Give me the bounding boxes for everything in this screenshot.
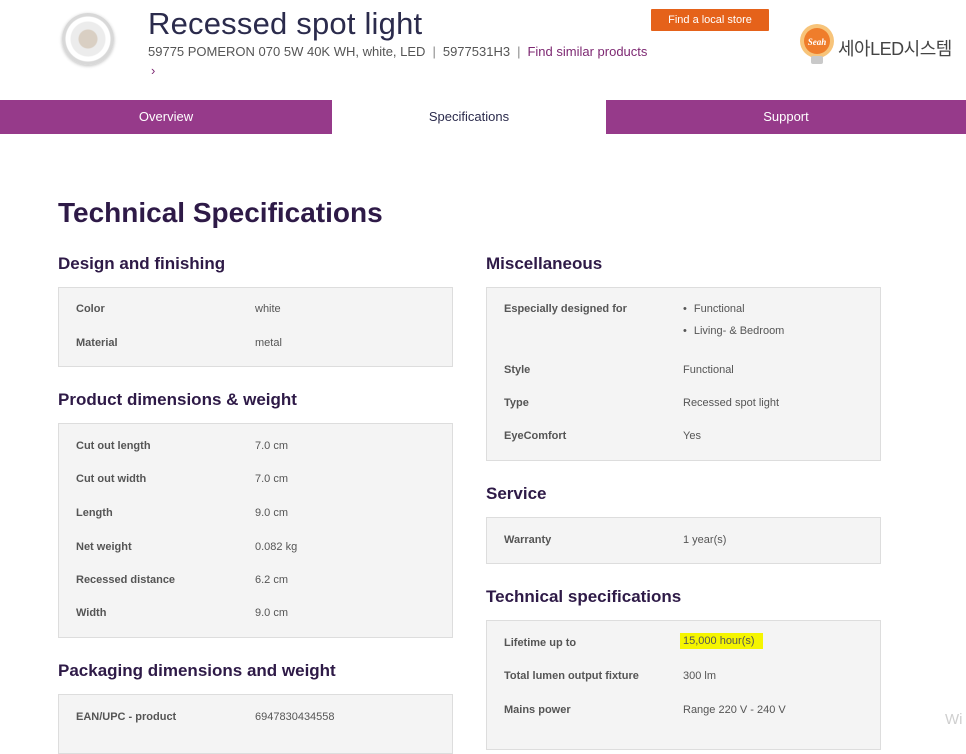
section-title-dimensions: Product dimensions & weight: [58, 390, 297, 409]
design-panel: [58, 287, 453, 367]
spec-label: Recessed distance: [76, 574, 176, 586]
spec-value: 9.0 cm: [255, 507, 289, 519]
product-name: 59775 POMERON 070 5W 40K WH, white, LED: [148, 44, 426, 59]
chevron-right-icon[interactable]: ›: [151, 63, 155, 78]
spec-label: Mains power: [504, 704, 571, 716]
spec-value: 6947830434558: [255, 711, 335, 723]
spec-label: Total lumen output fixture: [504, 670, 639, 682]
tab-support[interactable]: Support: [606, 100, 966, 134]
page-title: Technical Specifications: [58, 197, 383, 228]
spec-label: Length: [76, 507, 113, 519]
brand-name: 세아LED시스템: [838, 39, 952, 59]
product-meta: 59775 POMERON 070 5W 40K WH, white, LED |…: [148, 44, 648, 59]
brand-badge-text: Seah: [808, 37, 827, 47]
spec-value: white: [255, 303, 281, 315]
product-title: Recessed spot light: [148, 6, 423, 41]
spec-value: 6.2 cm: [255, 574, 289, 586]
spec-label: Type: [504, 397, 529, 409]
spec-label: Net weight: [76, 541, 132, 553]
watermark-text: Wi: [945, 711, 963, 728]
section-title-packaging: Packaging dimensions and weight: [58, 661, 336, 680]
spec-label: Material: [76, 337, 118, 349]
packaging-panel: [58, 694, 453, 754]
spec-label: Lifetime up to: [504, 637, 577, 649]
product-code: 5977531H3: [442, 44, 511, 59]
tab-specifications[interactable]: Specifications: [332, 100, 606, 134]
spec-label: Especially designed for: [504, 303, 627, 315]
spec-value: Range 220 V - 240 V: [683, 704, 786, 716]
dimensions-panel: [58, 423, 453, 638]
tab-overview[interactable]: Overview: [0, 100, 332, 134]
lightbulb-logo-icon: Seah: [800, 24, 834, 64]
spec-value: Yes: [683, 430, 701, 442]
section-title-service: Service: [486, 484, 547, 503]
spec-label: Style: [504, 364, 531, 376]
spec-label: Cut out width: [76, 473, 147, 485]
spec-value: 300 lm: [683, 670, 717, 682]
spec-value: 7.0 cm: [255, 473, 289, 485]
spec-value: 0.082 kg: [255, 541, 298, 553]
find-similar-link[interactable]: Find similar products: [527, 44, 647, 59]
spec-value: 1 year(s): [683, 534, 727, 546]
spec-label: EAN/UPC - product: [76, 711, 177, 723]
product-thumbnail: [62, 13, 114, 65]
find-local-store-button[interactable]: Find a local store: [651, 9, 769, 31]
spec-value-highlighted: 15,000 hour(s): [680, 633, 763, 649]
spec-label: Cut out length: [76, 440, 151, 452]
spec-value: Functional: [683, 364, 734, 376]
spec-label: EyeComfort: [504, 430, 567, 442]
section-title-miscellaneous: Miscellaneous: [486, 254, 603, 273]
spec-label: Color: [76, 303, 105, 315]
spec-label: Warranty: [504, 534, 552, 546]
list-item: Functional: [683, 303, 745, 315]
spec-value: 7.0 cm: [255, 440, 289, 452]
section-title-technical: Technical specifications: [486, 587, 682, 606]
section-title-design: Design and finishing: [58, 254, 226, 273]
spec-label: Width: [76, 607, 107, 619]
spec-value: metal: [255, 337, 282, 349]
list-item: Living- & Bedroom: [683, 325, 785, 337]
spec-value: Recessed spot light: [683, 397, 779, 409]
spec-value: 9.0 cm: [255, 607, 289, 619]
